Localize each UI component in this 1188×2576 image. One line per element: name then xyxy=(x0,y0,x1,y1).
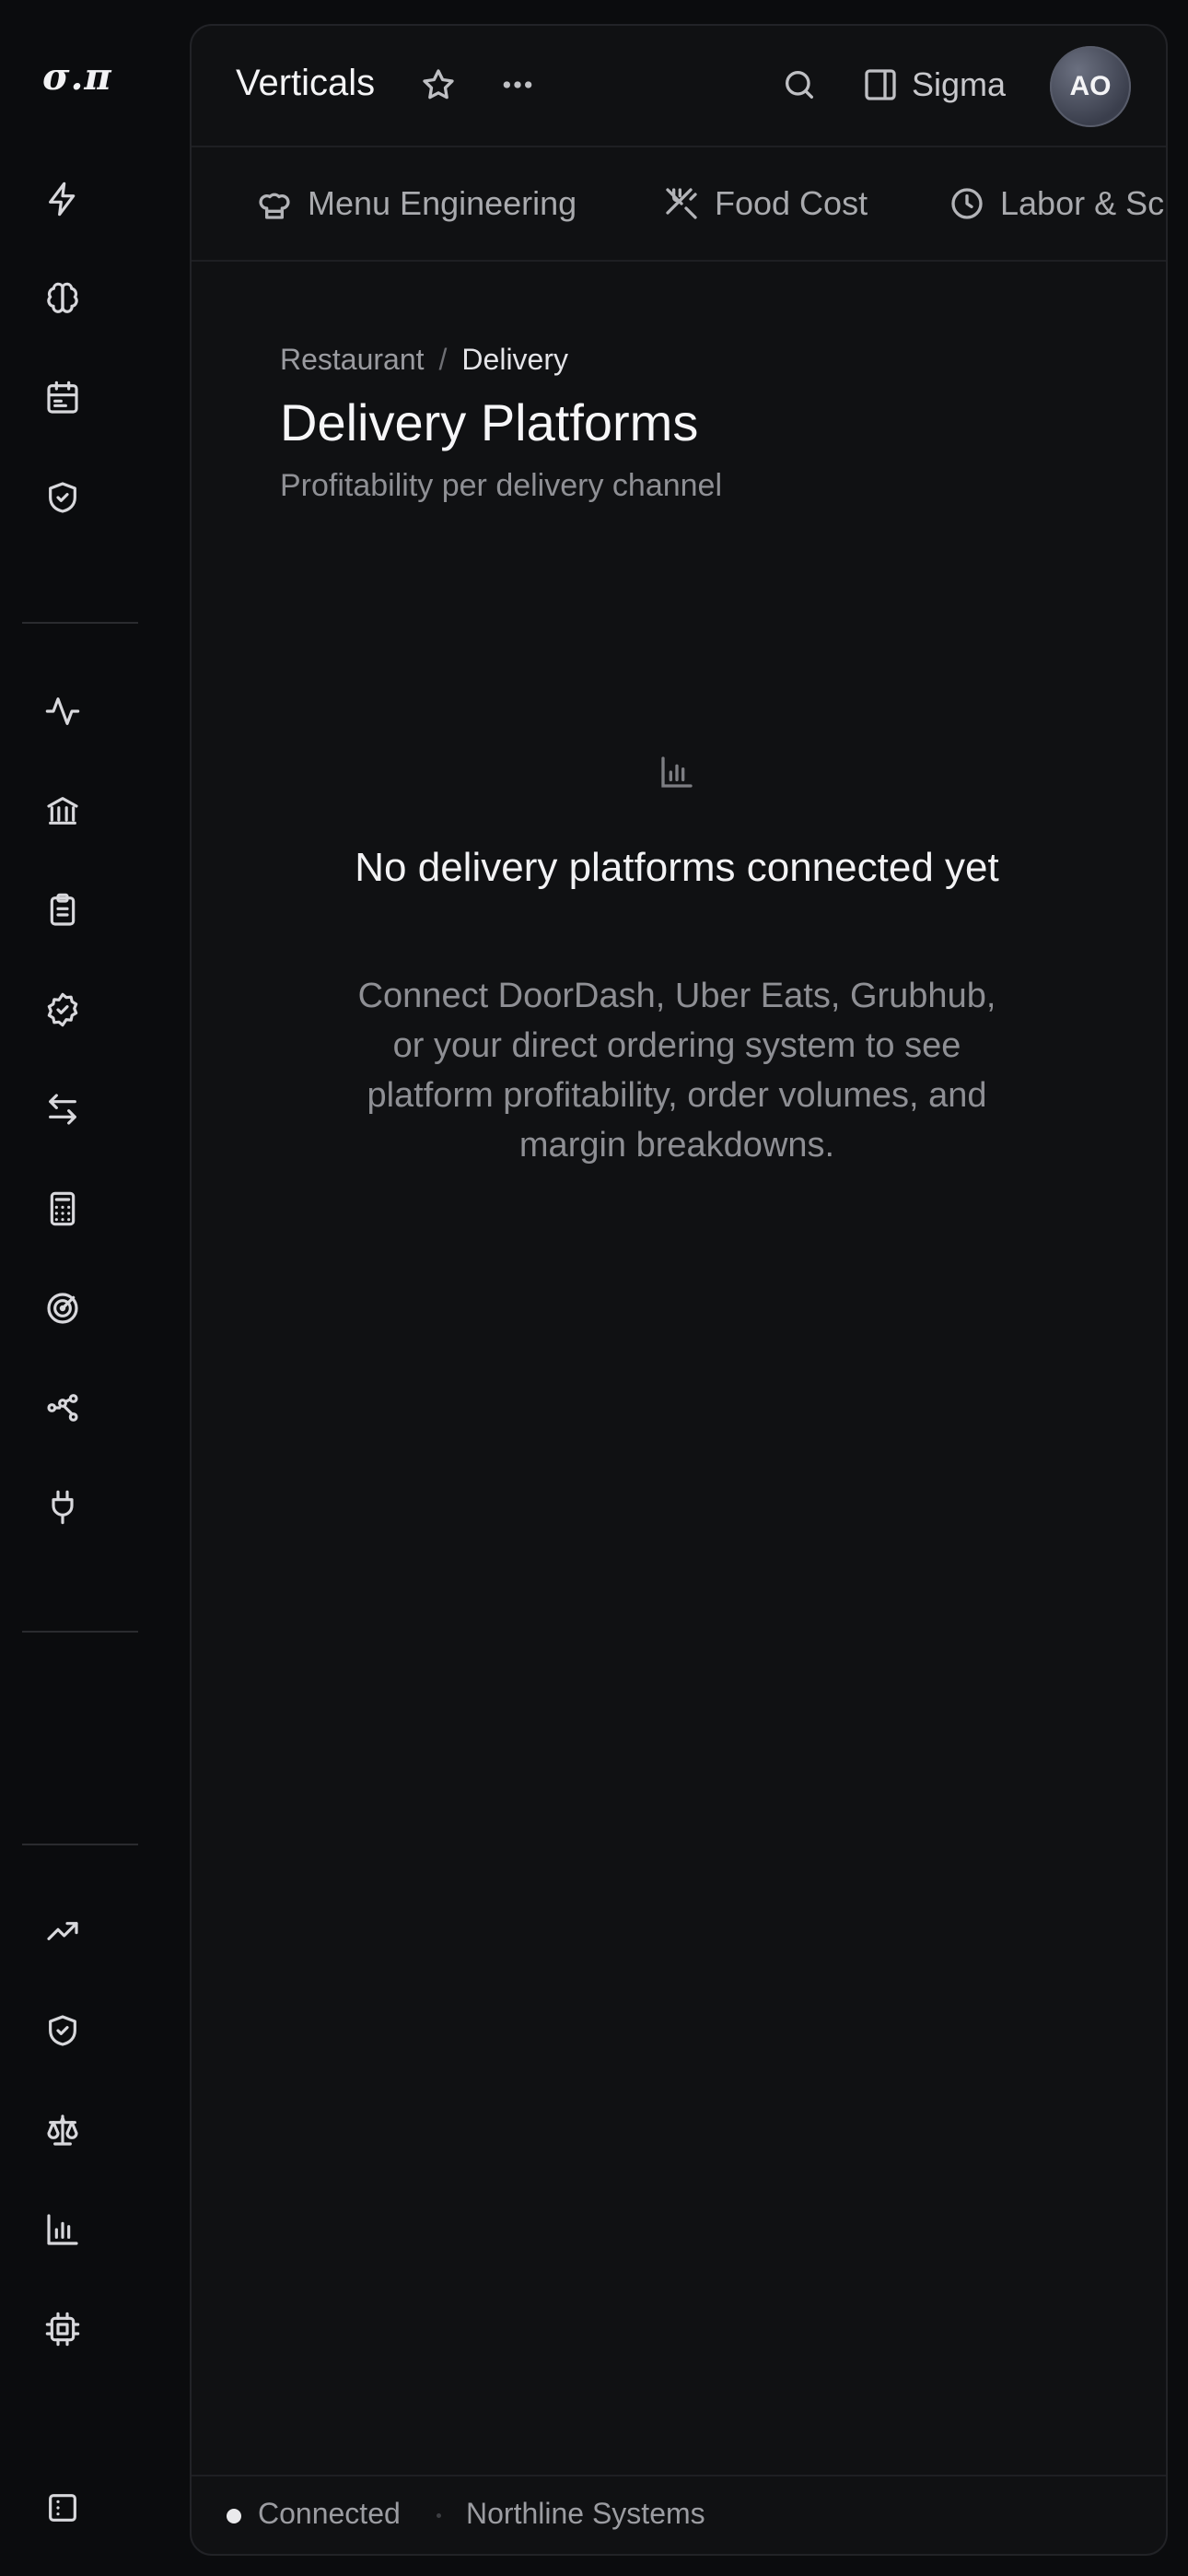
calculator-icon[interactable] xyxy=(41,1187,85,1231)
brain-icon[interactable] xyxy=(41,276,85,321)
bar-chart-icon xyxy=(657,752,697,792)
rail-divider xyxy=(22,1844,138,1845)
lightning-icon[interactable] xyxy=(41,177,85,221)
breadcrumb-parent[interactable]: Restaurant xyxy=(280,343,425,377)
target-icon[interactable] xyxy=(41,1286,85,1330)
app-logo[interactable]: σ.π xyxy=(42,55,112,99)
breadcrumb: Restaurant / Delivery xyxy=(280,343,568,377)
cpu-icon[interactable] xyxy=(41,2307,85,2351)
status-bar: Connected Northline Systems xyxy=(192,2475,1166,2554)
panel-right-icon xyxy=(865,69,896,100)
page-header-title: Verticals xyxy=(236,63,376,103)
calendar-icon[interactable] xyxy=(41,376,85,420)
left-rail: σ.π xyxy=(0,0,189,2576)
utensils-crossed-icon xyxy=(666,188,697,219)
tab-food-cost[interactable]: Food Cost xyxy=(663,147,868,260)
rail-divider xyxy=(22,1631,138,1633)
sigma-panel-button[interactable]: Sigma xyxy=(862,59,1006,111)
main-panel: Verticals Sigma AO Menu Engineering Food… xyxy=(190,24,1168,2556)
breadcrumb-current: Delivery xyxy=(461,343,568,376)
top-bar: Verticals Sigma AO xyxy=(192,26,1166,147)
sidebar-toggle-icon[interactable] xyxy=(41,2486,85,2530)
connection-status: Connected xyxy=(258,2497,401,2530)
tabs-bar: Menu Engineering Food Cost Labor & Sc xyxy=(192,147,1166,262)
chef-hat-icon xyxy=(259,193,290,219)
trending-up-icon[interactable] xyxy=(41,1909,85,1953)
shield-check-icon[interactable] xyxy=(41,475,85,520)
tab-label: Food Cost xyxy=(715,184,868,222)
plug-icon[interactable] xyxy=(41,1485,85,1529)
empty-state-description: Connect DoorDash, Uber Eats, Grubhub, or… xyxy=(357,977,996,1165)
tab-label: Labor & Sc xyxy=(1000,184,1165,222)
sigma-label: Sigma xyxy=(912,65,1007,103)
status-dot xyxy=(227,2509,241,2523)
empty-state-title: No delivery platforms connected yet xyxy=(355,845,999,890)
badge-check-icon[interactable] xyxy=(41,988,85,1032)
breadcrumb-separator: / xyxy=(438,343,448,376)
tab-labor[interactable]: Labor & Sc xyxy=(949,147,1164,260)
shield-check-icon[interactable] xyxy=(41,2008,85,2053)
tab-label: Menu Engineering xyxy=(308,184,577,222)
company-name[interactable]: Northline Systems xyxy=(466,2497,705,2531)
avatar[interactable]: AO xyxy=(1050,46,1131,127)
clipboard-icon[interactable] xyxy=(41,888,85,932)
activity-icon[interactable] xyxy=(41,689,85,733)
status-separator xyxy=(437,2513,441,2518)
workflow-icon[interactable] xyxy=(41,1386,85,1430)
bar-chart-icon[interactable] xyxy=(41,2207,85,2252)
rail-divider xyxy=(22,622,138,624)
clock-icon xyxy=(951,188,983,219)
bank-icon[interactable] xyxy=(41,789,85,833)
star-icon[interactable] xyxy=(416,63,460,107)
more-icon[interactable] xyxy=(495,63,540,107)
page-title: Delivery Platforms xyxy=(280,393,699,451)
search-icon[interactable] xyxy=(777,63,821,107)
arrows-left-right-icon[interactable] xyxy=(41,1087,85,1131)
page-subtitle: Profitability per delivery channel xyxy=(280,468,723,503)
scale-icon[interactable] xyxy=(41,2108,85,2152)
tab-menu-engineering[interactable]: Menu Engineering xyxy=(256,147,577,260)
